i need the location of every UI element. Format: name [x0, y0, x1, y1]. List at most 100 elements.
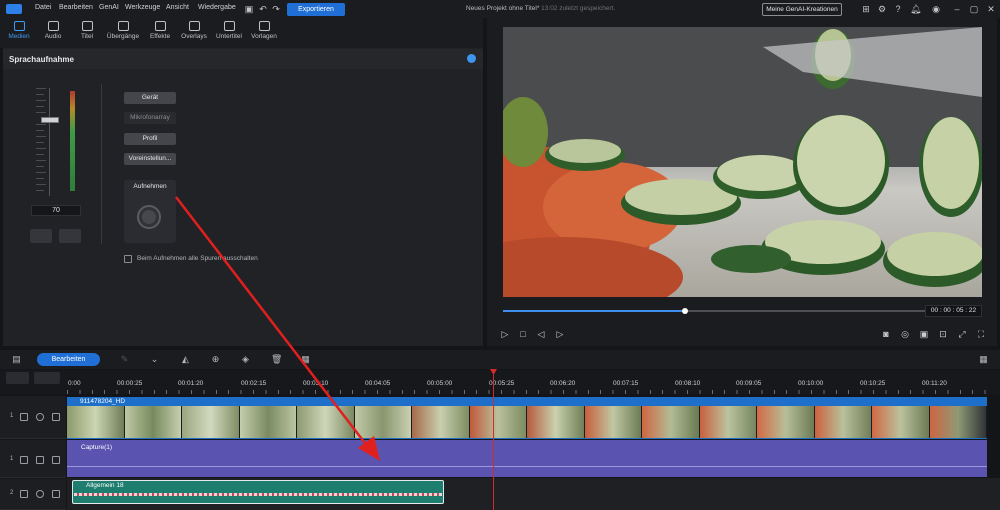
dropdown-icon[interactable]: ⌄	[149, 354, 160, 365]
timeline-settings-icon[interactable]: ▦	[978, 354, 989, 365]
tab-audio-label: Audio	[44, 33, 62, 40]
snapshot-icon[interactable]: ◙	[881, 329, 891, 339]
lock-icon[interactable]	[52, 490, 60, 498]
display-settings-icon[interactable]: ▣	[919, 329, 929, 339]
tab-medien[interactable]: Medien	[2, 21, 36, 47]
tab-untertitel[interactable]: Untertitel	[212, 21, 246, 47]
menu-datei[interactable]: Datei	[35, 4, 51, 11]
cucumber-frame-image	[503, 27, 982, 297]
close-icon[interactable]: ✕	[986, 4, 996, 14]
audio-clip-name: Capture(1)	[81, 444, 113, 451]
ruler-label: 00:02:15	[241, 380, 267, 387]
next-frame-icon[interactable]: ▷	[555, 329, 565, 339]
save-icon[interactable]: ▣	[244, 4, 254, 14]
genai-creations-button[interactable]: Meine GenAI-Kreationen	[762, 3, 842, 16]
ruler-label: 00:06:20	[550, 380, 576, 387]
title-clip-waveform	[74, 493, 442, 496]
pen-icon[interactable]: ✎	[119, 354, 130, 365]
profile-button[interactable]: Profil	[124, 133, 176, 145]
audio-track-icon[interactable]	[20, 456, 28, 464]
lock-icon[interactable]	[52, 456, 60, 464]
ruler-label: 00:10:00	[798, 380, 824, 387]
microphone-field[interactable]: Mikrofonarray	[124, 112, 176, 124]
fade-in-button[interactable]	[30, 229, 52, 243]
menu-ansicht[interactable]: Ansicht	[166, 4, 189, 11]
tab-vorlagen-label: Vorlagen	[251, 33, 277, 40]
undo-icon[interactable]: ↶	[258, 4, 268, 14]
tab-effekte[interactable]: Effekte	[143, 21, 177, 47]
tab-overlays[interactable]: Overlays	[177, 21, 211, 47]
crop-icon[interactable]: ⊡	[938, 329, 948, 339]
lock-icon[interactable]	[52, 413, 60, 421]
subtitle-icon	[223, 21, 235, 31]
visibility-icon[interactable]	[36, 490, 44, 498]
tab-uebergaenge[interactable]: Übergänge	[106, 21, 140, 47]
delete-icon[interactable]: 🗑︎	[271, 354, 282, 365]
tab-vorlagen[interactable]: Vorlagen	[247, 21, 281, 47]
device-button[interactable]: Gerät	[124, 92, 176, 104]
stop-icon[interactable]: □	[518, 329, 528, 339]
menu-wiedergabe[interactable]: Wiedergabe	[198, 4, 236, 11]
effects-icon	[154, 21, 166, 31]
zoom-fit-button[interactable]	[34, 372, 60, 384]
fade-out-button[interactable]	[59, 229, 81, 243]
previous-frame-icon[interactable]: ◁	[536, 329, 546, 339]
clip-settings-icon[interactable]: ▦	[300, 354, 311, 365]
title-icon	[81, 21, 93, 31]
menu-genai[interactable]: GenAI	[99, 4, 119, 11]
video-track-icon[interactable]	[20, 490, 28, 498]
notification-icon[interactable]: 🔔︎	[910, 4, 921, 14]
tab-titel[interactable]: Titel	[70, 21, 104, 47]
media-icon	[13, 21, 25, 31]
voice-recording-panel	[3, 48, 483, 346]
redo-icon[interactable]: ↷	[271, 4, 281, 14]
project-name: Neues Projekt ohne Titel*	[466, 5, 540, 12]
panel-header	[3, 49, 483, 69]
preview-quality-icon[interactable]: ◎	[900, 329, 910, 339]
store-icon[interactable]: ⊞	[861, 4, 871, 14]
volume-slider-thumb[interactable]	[41, 117, 59, 123]
audio-clip[interactable]	[67, 440, 987, 477]
split-icon[interactable]: ◭	[180, 354, 191, 365]
video-track-icon[interactable]	[20, 413, 28, 421]
preset-button[interactable]: Voreinstellun...	[124, 153, 176, 165]
volume-icon[interactable]	[36, 456, 44, 464]
volume-value[interactable]: 70	[31, 205, 81, 216]
maximize-icon[interactable]: ▢	[969, 4, 979, 14]
minimize-icon[interactable]: –	[952, 4, 962, 14]
layout-icon[interactable]: ▤	[11, 354, 22, 365]
play-icon[interactable]: ▷	[500, 329, 510, 339]
audio-clip-volume-line	[67, 466, 987, 467]
track-manager-button[interactable]	[6, 372, 29, 384]
settings-icon[interactable]: ⚙	[877, 4, 887, 14]
ruler-label: 00:00:25	[117, 380, 143, 387]
title-clip[interactable]	[72, 480, 444, 504]
video-preview[interactable]	[503, 27, 982, 297]
export-button[interactable]: Exportieren	[287, 3, 345, 16]
preview-progress-thumb[interactable]	[682, 308, 688, 314]
video-clip-thumbnails	[67, 406, 987, 438]
mute-all-checkbox[interactable]	[124, 255, 132, 263]
timecode-display[interactable]: 00 : 00 : 05 : 22	[925, 305, 982, 317]
preview-progress[interactable]	[503, 310, 685, 312]
visibility-icon[interactable]	[36, 413, 44, 421]
volume-slider[interactable]	[36, 88, 64, 196]
track-number: 1	[10, 456, 14, 462]
fullscreen-icon[interactable]: ⛶	[976, 329, 986, 339]
panel-confirm-icon[interactable]	[467, 54, 476, 63]
menu-bearbeiten[interactable]: Bearbeiten	[59, 4, 93, 11]
fit-icon[interactable]: ⤢	[957, 329, 967, 339]
project-title: Neues Projekt ohne Titel* 13:02 zuletzt …	[466, 5, 615, 12]
ruler-label: 00:10:25	[860, 380, 886, 387]
collapse-icon[interactable]: ◉	[931, 4, 941, 14]
overlay-icon	[188, 21, 200, 31]
tab-overlays-label: Overlays	[181, 33, 207, 40]
preview-progress-track[interactable]	[685, 310, 925, 312]
target-icon[interactable]: ⊕	[210, 354, 221, 365]
menu-werkzeuge[interactable]: Werkzeuge	[125, 4, 160, 11]
edit-button[interactable]: Bearbeiten	[37, 353, 100, 366]
playhead[interactable]	[493, 370, 494, 510]
help-icon[interactable]: ?	[893, 4, 903, 14]
keyframe-icon[interactable]: ◈	[240, 354, 251, 365]
tab-audio[interactable]: Audio	[36, 21, 70, 47]
